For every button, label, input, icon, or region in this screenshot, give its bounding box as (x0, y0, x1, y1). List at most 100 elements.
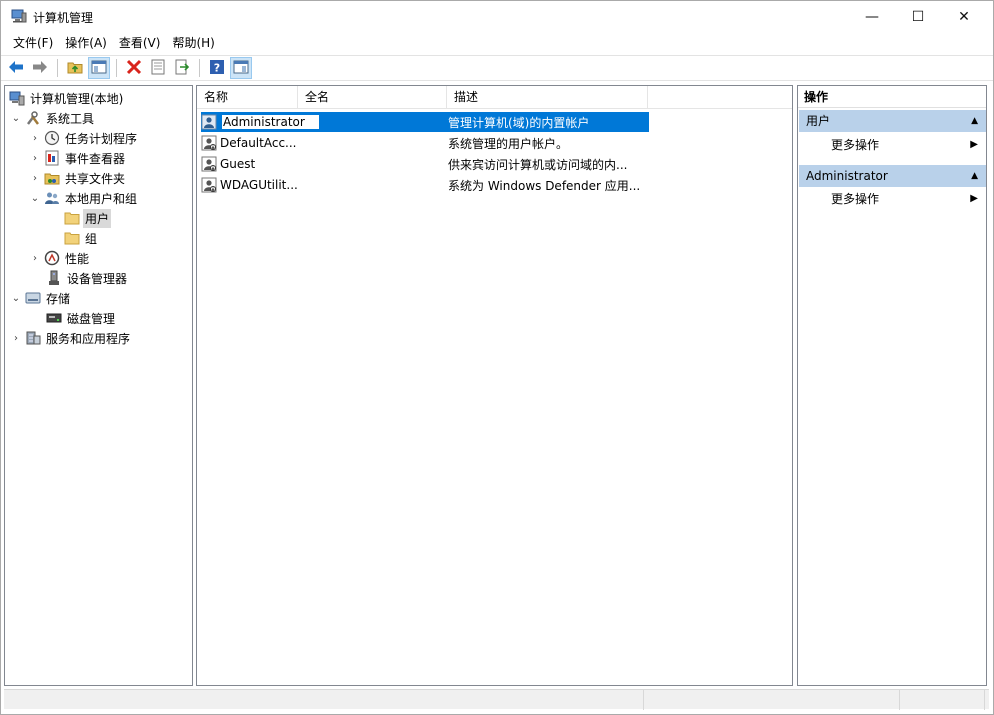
tree-item-groups[interactable]: 组 (62, 228, 99, 248)
chevron-right-icon[interactable]: › (28, 133, 42, 144)
cell-description: 系统为 Windows Defender 应用... (448, 178, 641, 193)
chevron-right-icon[interactable]: › (28, 173, 42, 184)
toolbar: ? (1, 55, 993, 81)
tree-item-local-users-groups[interactable]: ⌄ 本地用户和组 (28, 188, 139, 208)
actions-pane: 操作 用户 ▲ 更多操作 ▶ Administrator ▲ 更多操作 ▶ (797, 85, 987, 686)
tree-item-users[interactable]: 用户 (62, 208, 112, 228)
tree-label: 计算机管理(本地) (30, 91, 124, 106)
tree-label: 设备管理器 (67, 271, 128, 286)
collapse-up-icon[interactable]: ▲ (971, 110, 978, 132)
user-icon (201, 177, 217, 193)
tree-item-shared-folders[interactable]: › 共享文件夹 (28, 168, 127, 188)
cell-name: DefaultAcc... (220, 136, 297, 150)
shared-folder-icon (44, 170, 60, 186)
status-cell (900, 690, 985, 710)
device-manager-icon (46, 270, 62, 286)
toolbar-separator (57, 59, 58, 77)
back-button[interactable] (5, 57, 27, 79)
tree-label: 性能 (65, 251, 90, 266)
tree-item-computer-management[interactable]: 计算机管理(本地) (7, 88, 125, 108)
chevron-down-icon[interactable]: ⌄ (9, 113, 23, 124)
delete-button[interactable] (123, 57, 145, 79)
action-group-users[interactable]: 用户 ▲ (799, 110, 986, 132)
users-list-view[interactable]: 名称 全名 描述 Administrator 管理计算机(域)的内置帐户 Def… (196, 85, 793, 686)
status-bar (4, 689, 989, 710)
column-header-name[interactable]: 名称 (197, 86, 298, 109)
tree-item-system-tools[interactable]: ⌄ 系统工具 (9, 108, 96, 128)
performance-icon (44, 250, 60, 266)
tree-item-disk-management[interactable]: 磁盘管理 (44, 308, 117, 328)
properties-icon (150, 59, 166, 78)
cell-name: Guest (220, 157, 256, 171)
export-list-button[interactable] (171, 57, 193, 79)
tree-item-performance[interactable]: › 性能 (28, 248, 91, 268)
clock-icon (44, 130, 60, 146)
tree-label: 服务和应用程序 (46, 331, 131, 346)
show-action-pane-button[interactable] (230, 57, 252, 79)
rename-input[interactable]: Administrator (221, 115, 320, 129)
tree-item-event-viewer[interactable]: › 事件查看器 (28, 148, 127, 168)
computer-management-window: 计算机管理 — ☐ ✕ 文件(F) 操作(A) 查看(V) 帮助(H) ? 计算… (0, 0, 994, 715)
more-actions-administrator[interactable]: 更多操作 ▶ (799, 189, 986, 209)
event-viewer-icon (44, 150, 60, 166)
maximize-button[interactable]: ☐ (895, 1, 941, 32)
chevron-down-icon[interactable]: ⌄ (28, 193, 42, 204)
menu-view[interactable]: 查看(V) (113, 32, 167, 54)
chevron-right-icon[interactable]: › (28, 253, 42, 264)
title-bar[interactable]: 计算机管理 — ☐ ✕ (1, 1, 993, 32)
more-actions-users[interactable]: 更多操作 ▶ (799, 135, 986, 155)
svg-text:?: ? (214, 61, 220, 74)
action-group-label: 用户 (806, 114, 831, 128)
properties-button[interactable] (147, 57, 169, 79)
back-arrow-icon (8, 60, 24, 77)
export-icon (174, 59, 190, 78)
table-row[interactable]: WDAGUtilit... 系统为 Windows Defender 应用... (201, 175, 649, 195)
tree-label: 本地用户和组 (65, 191, 138, 206)
table-row[interactable]: DefaultAcc... 系统管理的用户帐户。 (201, 133, 649, 153)
menu-file[interactable]: 文件(F) (7, 32, 59, 54)
chevron-right-icon[interactable]: › (9, 333, 23, 344)
status-cell (644, 690, 900, 710)
window-title: 计算机管理 (33, 11, 94, 25)
forward-arrow-icon (32, 60, 48, 77)
users-group-icon (44, 190, 60, 206)
column-header-description[interactable]: 描述 (447, 86, 648, 109)
tree-item-services-apps[interactable]: › 服务和应用程序 (9, 328, 132, 348)
submenu-arrow-icon: ▶ (970, 193, 978, 204)
disk-management-icon (46, 310, 62, 326)
action-group-administrator[interactable]: Administrator ▲ (799, 165, 986, 187)
status-cell (4, 690, 644, 710)
tree-item-device-manager[interactable]: 设备管理器 (44, 268, 129, 288)
show-action-pane-icon (233, 60, 249, 77)
user-icon (201, 135, 217, 151)
up-level-button[interactable] (64, 57, 86, 79)
tools-icon (25, 110, 41, 126)
close-button[interactable]: ✕ (941, 1, 987, 32)
forward-button[interactable] (29, 57, 51, 79)
tree-item-task-scheduler[interactable]: › 任务计划程序 (28, 128, 139, 148)
folder-icon (64, 230, 80, 246)
menu-action[interactable]: 操作(A) (59, 32, 113, 54)
cell-description: 管理计算机(域)的内置帐户 (448, 115, 590, 130)
tree-label: 存储 (46, 291, 71, 306)
help-button[interactable]: ? (206, 57, 228, 79)
chevron-down-icon[interactable]: ⌄ (9, 293, 23, 304)
menu-help[interactable]: 帮助(H) (166, 32, 220, 54)
action-label: 更多操作 (831, 138, 880, 152)
navigation-tree[interactable]: 计算机管理(本地) ⌄ 系统工具 › 任务计划程序 › 事件查看器 › 共享文件… (4, 85, 193, 686)
toolbar-separator (199, 59, 200, 77)
cell-name[interactable]: Administrator (220, 115, 448, 129)
cell-description: 供来宾访问计算机或访问域的内... (448, 157, 628, 172)
minimize-button[interactable]: — (849, 1, 895, 32)
actions-title: 操作 (798, 86, 986, 108)
list-header: 名称 全名 描述 (197, 86, 792, 109)
table-row[interactable]: Guest 供来宾访问计算机或访问域的内... (201, 154, 649, 174)
show-hide-tree-button[interactable] (88, 57, 110, 79)
folder-icon (64, 210, 80, 226)
column-header-full-name[interactable]: 全名 (298, 86, 447, 109)
chevron-right-icon[interactable]: › (28, 153, 42, 164)
submenu-arrow-icon: ▶ (970, 139, 978, 150)
table-row[interactable]: Administrator 管理计算机(域)的内置帐户 (201, 112, 649, 132)
tree-item-storage[interactable]: ⌄ 存储 (9, 288, 72, 308)
collapse-up-icon[interactable]: ▲ (971, 165, 978, 187)
